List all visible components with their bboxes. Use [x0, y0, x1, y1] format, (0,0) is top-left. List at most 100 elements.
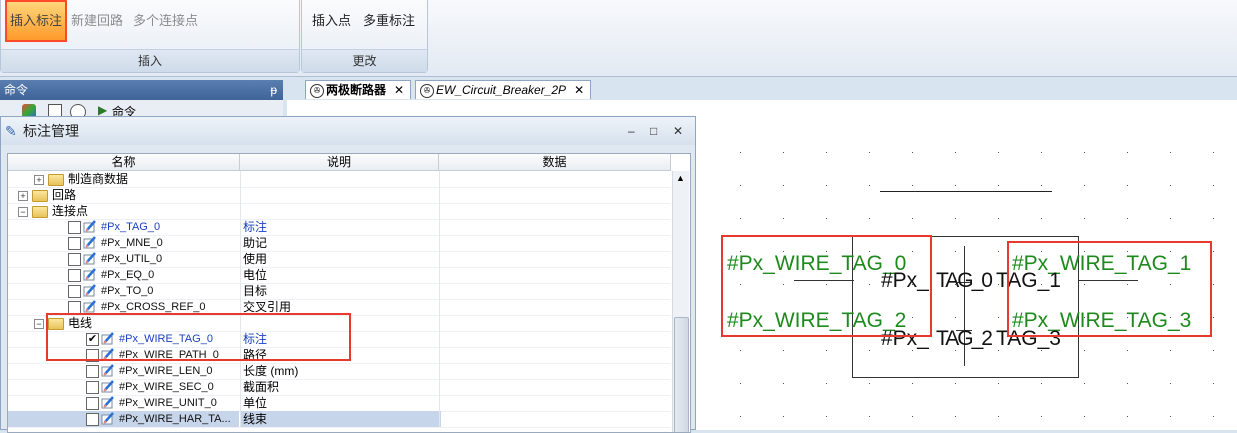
name-cell: #Px_TAG_0	[8, 219, 239, 235]
description-cell: 单位	[240, 395, 441, 411]
data-cell[interactable]	[439, 171, 671, 187]
name-cell: #Px_TO_0	[8, 283, 239, 299]
tree-row[interactable]: #Px_WIRE_LEN_0 长度 (mm)	[8, 363, 670, 380]
data-cell[interactable]	[439, 347, 671, 363]
tree-row[interactable]: #Px_TAG_0 标注	[8, 219, 670, 236]
command-tab-icon[interactable]: ▶	[98, 103, 107, 117]
tree-row[interactable]: #Px_UTIL_0 使用	[8, 251, 670, 268]
checkbox[interactable]	[86, 413, 99, 426]
vertical-scrollbar[interactable]: ▲	[672, 171, 689, 432]
tree-node-label: 连接点	[52, 204, 89, 218]
checkbox[interactable]	[68, 285, 81, 298]
checkbox[interactable]	[86, 365, 99, 378]
checkbox[interactable]	[68, 237, 81, 250]
data-cell[interactable]	[439, 203, 671, 219]
name-cell: + 制造商数据	[8, 171, 239, 187]
data-cell[interactable]	[439, 331, 671, 347]
annotation-icon	[83, 236, 97, 249]
expand-icon[interactable]: +	[34, 175, 44, 185]
grid-dot	[1213, 218, 1214, 219]
data-cell[interactable]	[439, 411, 671, 427]
new-circuit-button[interactable]: 新建回路	[71, 10, 123, 29]
column-header-name[interactable]: 名称	[8, 154, 240, 171]
highlight-box-left	[721, 235, 932, 337]
collapse-icon[interactable]: −	[18, 207, 28, 217]
drawing-canvas[interactable]: #Px_WIRE_TAG_0 #Px_WIRE_TAG_2 #Px_WIRE_T…	[696, 100, 1237, 430]
tree-folder-row[interactable]: − 连接点	[8, 203, 670, 220]
grid-dot	[1041, 152, 1042, 153]
multiple-connection-points-button[interactable]: 多个连接点	[133, 10, 198, 29]
description-cell: 标注	[240, 219, 441, 235]
grid-dot	[1170, 383, 1171, 384]
checkbox[interactable]	[68, 221, 81, 234]
checkbox[interactable]	[86, 397, 99, 410]
data-cell[interactable]	[439, 315, 671, 331]
grid-dot	[998, 218, 999, 219]
grid-dot	[1213, 317, 1214, 318]
tree-row[interactable]: #Px_EQ_0 电位	[8, 267, 670, 284]
title-line	[880, 191, 1052, 192]
data-cell[interactable]	[439, 283, 671, 299]
description-cell: 使用	[240, 251, 441, 267]
grid-dot	[912, 218, 913, 219]
grid-dot	[998, 383, 999, 384]
close-icon[interactable]: ✕	[394, 83, 404, 97]
close-icon[interactable]: ✕	[574, 83, 584, 97]
grid-dot	[998, 185, 999, 186]
tree-folder-row[interactable]: + 回路	[8, 187, 670, 204]
grid-dot	[955, 383, 956, 384]
overlap-text-b: TAG_2	[936, 327, 993, 350]
data-cell[interactable]	[439, 395, 671, 411]
modify-group-label: 更改	[302, 49, 427, 72]
highlight-box-wire	[46, 313, 351, 361]
grid-dot	[1084, 218, 1085, 219]
tree-row[interactable]: #Px_TO_0 目标	[8, 283, 670, 300]
data-cell[interactable]	[439, 363, 671, 379]
grid-dot	[826, 152, 827, 153]
annotation-name: #Px_TAG_0	[101, 221, 161, 233]
description-cell: 长度 (mm)	[240, 363, 441, 379]
tab-ew-circuit-breaker[interactable]: ✇ EW_Circuit_Breaker_2P ✕	[415, 80, 592, 99]
insert-point-button[interactable]: 插入点	[312, 10, 351, 29]
document-tab-strip: ✇ 两极断路器 ✕ ✇ EW_Circuit_Breaker_2P ✕	[287, 78, 1237, 100]
grid-dot	[783, 218, 784, 219]
column-header-description[interactable]: 说明	[240, 154, 439, 171]
minimize-button[interactable]: –	[628, 117, 635, 145]
data-cell[interactable]	[439, 299, 671, 315]
insert-annotation-button[interactable]: 插入标注	[5, 0, 67, 42]
name-cell: #Px_WIRE_UNIT_0	[8, 395, 239, 411]
grid-dot	[783, 383, 784, 384]
tab-two-pole-breaker[interactable]: ✇ 两极断路器 ✕	[305, 80, 412, 99]
multi-annotation-button[interactable]: 多重标注	[363, 10, 415, 29]
checkbox[interactable]	[68, 253, 81, 266]
pin-icon[interactable]: ᵽ	[270, 80, 277, 100]
expand-icon[interactable]: +	[18, 191, 28, 201]
tree-row[interactable]: #Px_MNE_0 助记	[8, 235, 670, 252]
collapse-icon[interactable]: −	[34, 319, 44, 329]
tree-folder-row[interactable]: + 制造商数据	[8, 171, 670, 188]
grid-dot	[912, 416, 913, 417]
column-header-data[interactable]: 数据	[439, 154, 671, 171]
maximize-button[interactable]: □	[650, 117, 657, 145]
folder-icon	[32, 190, 48, 202]
data-cell[interactable]	[439, 219, 671, 235]
checkbox[interactable]	[68, 269, 81, 282]
tree-row[interactable]: #Px_WIRE_SEC_0 截面积	[8, 379, 670, 396]
tree-row[interactable]: #Px_WIRE_HAR_TA... 线束	[8, 411, 670, 428]
grid-dot	[1084, 350, 1085, 351]
tree-row[interactable]: #Px_WIRE_UNIT_0 单位	[8, 395, 670, 412]
folder-icon	[48, 174, 64, 186]
data-cell[interactable]	[439, 267, 671, 283]
data-cell[interactable]	[439, 379, 671, 395]
grid-dot	[1170, 416, 1171, 417]
description-cell: 助记	[240, 235, 441, 251]
data-cell[interactable]	[439, 235, 671, 251]
scroll-up-icon[interactable]: ▲	[676, 173, 685, 183]
grid-dot	[1127, 152, 1128, 153]
scroll-thumb[interactable]	[674, 317, 689, 432]
data-cell[interactable]	[439, 251, 671, 267]
checkbox[interactable]	[86, 381, 99, 394]
data-cell[interactable]	[439, 187, 671, 203]
grid-dot	[869, 185, 870, 186]
close-button[interactable]: ✕	[673, 117, 683, 145]
